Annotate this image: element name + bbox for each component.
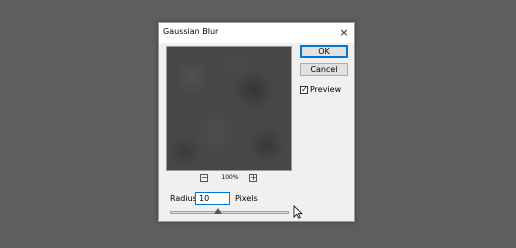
zoom-in-icon[interactable]: +: [249, 174, 257, 182]
radius-slider[interactable]: [170, 211, 289, 214]
title-bar[interactable]: Gaussian Blur ×: [159, 23, 354, 43]
cancel-button[interactable]: Cancel: [300, 63, 348, 76]
radius-unit-label: Pixels: [235, 194, 258, 203]
preview-checkbox-label: Preview: [310, 85, 342, 94]
radius-input[interactable]: [195, 192, 230, 205]
close-icon[interactable]: ×: [336, 25, 352, 41]
preview-checkbox[interactable]: ✓ Preview: [300, 84, 341, 95]
ok-button[interactable]: OK: [300, 45, 348, 58]
preview-image[interactable]: [166, 46, 292, 171]
zoom-out-icon[interactable]: −: [200, 174, 208, 182]
gaussian-blur-dialog: Gaussian Blur × − 100% + OK Cancel ✓ Pre…: [158, 22, 355, 222]
mouse-pointer-icon: [293, 205, 303, 219]
checkmark-icon[interactable]: ✓: [300, 85, 308, 94]
zoom-level-text: 100%: [221, 174, 239, 181]
triangle-up-icon[interactable]: [213, 208, 222, 214]
dialog-title: Gaussian Blur: [163, 27, 219, 36]
